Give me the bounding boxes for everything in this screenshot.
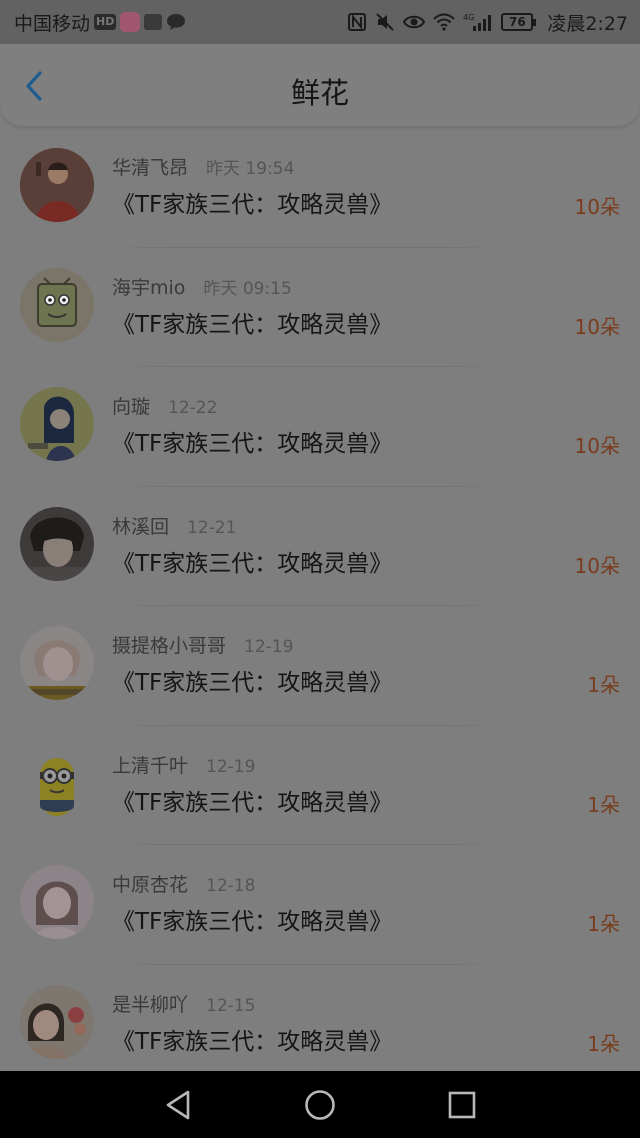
item-meta: 华清飞昂 昨天 19:54 [112,153,294,180]
flower-count: 10朵 [574,195,620,219]
username[interactable]: 华清飞昂 [112,153,188,180]
avatar[interactable] [20,387,94,461]
app-notification-icon [120,12,141,32]
flower-list: 华清飞昂 昨天 19:54 《TF家族三代：攻略灵兽》 10朵 海宇mio 昨天… [0,128,640,1084]
news-notification-icon [144,14,163,30]
item-meta: 中原杏花 12-18 [112,870,255,897]
circle-home-icon [304,1089,336,1121]
4g-signal-icon: 4G [463,12,493,32]
item-meta: 摄提格小哥哥 12-19 [112,631,293,658]
list-item[interactable]: 摄提格小哥哥 12-19 《TF家族三代：攻略灵兽》 1朵 [0,606,640,726]
triangle-back-icon [164,1090,192,1120]
avatar[interactable] [20,267,94,342]
username[interactable]: 摄提格小哥哥 [112,631,226,658]
screen: 中国移动 HD 4G 76 凌晨2:27 鲜花 华清飞昂 昨天 19:54 《T… [0,0,640,1138]
avatar[interactable] [20,506,94,581]
nav-back-button[interactable] [162,1089,194,1121]
list-item[interactable]: 是半柳吖 12-15 《TF家族三代：攻略灵兽》 1朵 [0,965,640,1085]
username[interactable]: 海宇mio [112,273,185,300]
timestamp: 昨天 09:15 [203,278,292,299]
system-nav-bar [0,1071,640,1138]
battery-icon: 76 [501,13,537,31]
timestamp: 12-19 [244,637,294,657]
svg-text:4G: 4G [463,13,474,22]
avatar[interactable] [20,984,94,1059]
item-meta: 向璇 12-22 [112,392,217,419]
flower-count: 1朵 [587,792,620,817]
list-item[interactable]: 向璇 12-22 《TF家族三代：攻略灵兽》 10朵 [0,367,640,487]
square-recents-icon [447,1090,477,1120]
timestamp: 12-19 [206,756,256,777]
avatar[interactable] [20,626,94,700]
item-meta: 海宇mio 昨天 09:15 [112,273,292,300]
book-title[interactable]: 《TF家族三代：攻略灵兽》 [112,185,392,219]
flower-count: 10朵 [574,314,620,339]
username[interactable]: 是半柳吖 [112,990,188,1017]
status-bar: 中国移动 HD 4G 76 凌晨2:27 [0,0,640,44]
book-title[interactable]: 《TF家族三代：攻略灵兽》 [112,902,392,936]
username[interactable]: 上清千叶 [112,751,188,778]
mute-icon [375,12,395,32]
list-item[interactable]: 林溪回 12-21 《TF家族三代：攻略灵兽》 10朵 [0,487,640,606]
list-item[interactable]: 上清千叶 12-19 《TF家族三代：攻略灵兽》 1朵 [0,726,640,845]
item-meta: 林溪回 12-21 [112,512,236,539]
carrier-name: 中国移动 [14,12,91,35]
nav-recents-button[interactable] [446,1089,478,1121]
timestamp: 12-21 [187,517,237,538]
timestamp: 12-18 [206,876,256,896]
timestamp: 昨天 19:54 [206,159,295,179]
book-title[interactable]: 《TF家族三代：攻略灵兽》 [112,544,392,578]
header: 鲜花 [0,44,640,126]
list-item[interactable]: 海宇mio 昨天 09:15 《TF家族三代：攻略灵兽》 10朵 [0,248,640,367]
item-meta: 上清千叶 12-19 [112,751,255,778]
book-title[interactable]: 《TF家族三代：攻略灵兽》 [112,783,392,817]
avatar[interactable] [20,865,94,939]
clock: 凌晨2:27 [547,12,628,35]
username[interactable]: 向璇 [112,392,150,419]
status-bar-right: 4G 76 凌晨2:27 [347,9,628,36]
eye-icon [403,14,426,30]
book-title[interactable]: 《TF家族三代：攻略灵兽》 [112,1022,392,1056]
item-meta: 是半柳吖 12-15 [112,990,255,1017]
username[interactable]: 中原杏花 [112,870,188,897]
book-title[interactable]: 《TF家族三代：攻略灵兽》 [112,305,392,339]
status-bar-left: 中国移动 HD [14,9,186,36]
chat-bubble-icon [166,13,186,31]
flower-count: 10朵 [574,553,620,578]
avatar[interactable] [20,148,94,222]
book-title[interactable]: 《TF家族三代：攻略灵兽》 [112,424,392,458]
page-title: 鲜花 [290,76,349,110]
list-item[interactable]: 中原杏花 12-18 《TF家族三代：攻略灵兽》 1朵 [0,845,640,965]
timestamp: 12-22 [168,398,218,418]
flower-count: 1朵 [587,673,620,697]
wifi-icon [433,13,456,31]
flower-count: 1朵 [587,912,620,936]
list-item[interactable]: 华清飞昂 昨天 19:54 《TF家族三代：攻略灵兽》 10朵 [0,128,640,248]
hd-badge: HD [94,14,117,30]
flower-count: 1朵 [587,1031,620,1056]
nav-home-button[interactable] [304,1089,336,1121]
nfc-icon [347,12,367,32]
book-title[interactable]: 《TF家族三代：攻略灵兽》 [112,663,392,697]
username[interactable]: 林溪回 [112,512,169,539]
timestamp: 12-15 [206,995,256,1016]
flower-count: 10朵 [574,434,620,458]
avatar[interactable] [20,745,94,820]
